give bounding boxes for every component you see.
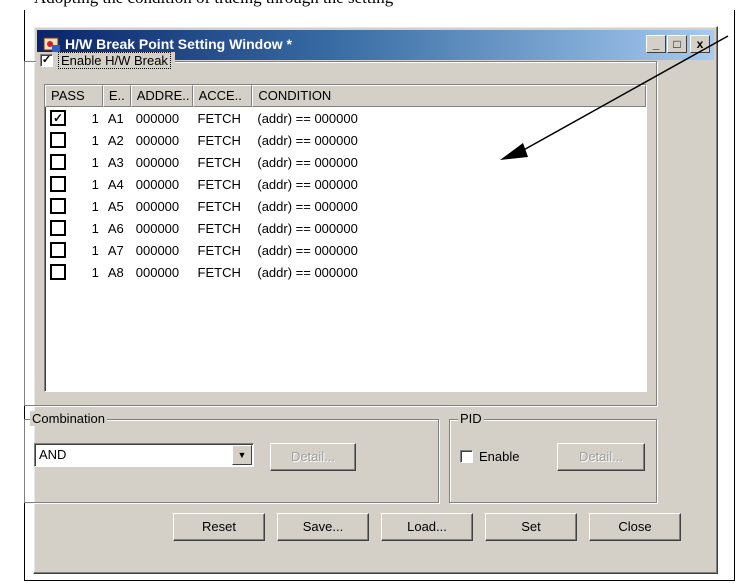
condition-text: (addr) == 000000	[257, 154, 358, 170]
pass-count: 1	[91, 242, 99, 258]
condition-text: (addr) == 000000	[257, 264, 358, 280]
pass-count: 1	[91, 176, 99, 192]
address-value: 000000	[135, 110, 180, 126]
pass-count: 1	[91, 154, 99, 170]
enable-hw-break-label: Enable H/W Break	[58, 52, 171, 69]
address-value: 000000	[135, 242, 180, 258]
condition-text: (addr) == 000000	[257, 176, 358, 192]
access-type: FETCH	[197, 242, 241, 258]
pid-enable-checkbox[interactable]: Enable	[460, 449, 519, 464]
reset-button[interactable]: Reset	[173, 513, 265, 541]
access-type: FETCH	[197, 176, 241, 192]
access-type: FETCH	[197, 154, 241, 170]
pid-enable-check[interactable]	[460, 450, 473, 463]
event-name: A7	[107, 242, 124, 258]
address-value: 000000	[135, 220, 180, 236]
address-value: 000000	[135, 132, 180, 148]
event-name: A1	[107, 110, 124, 126]
pid-detail-button[interactable]: Detail...	[557, 443, 645, 471]
row-checkbox[interactable]	[50, 242, 66, 258]
pass-count: 1	[91, 264, 99, 280]
column-header-pass[interactable]: PASS	[45, 85, 103, 107]
access-type: FETCH	[197, 110, 241, 126]
row-checkbox[interactable]	[50, 176, 66, 192]
close-window-button[interactable]: x	[690, 35, 710, 53]
minimize-button[interactable]: _	[646, 35, 666, 53]
combination-label: Combination	[30, 411, 107, 426]
pid-enable-label: Enable	[479, 449, 520, 464]
row-checkbox[interactable]: ✓	[50, 110, 66, 126]
column-header-event[interactable]: E..	[102, 85, 131, 107]
address-value: 000000	[135, 198, 180, 214]
access-type: FETCH	[197, 132, 241, 148]
row-checkbox[interactable]	[50, 132, 66, 148]
access-type: FETCH	[197, 220, 241, 236]
list-header: PASS E.. ADDRE.. ACCE.. CONDITION	[45, 85, 646, 107]
row-checkbox[interactable]	[50, 198, 66, 214]
table-row[interactable]: 1 A4 000000 FETCH (addr) == 000000	[45, 173, 646, 195]
save-button[interactable]: Save...	[277, 513, 369, 541]
condition-text: (addr) == 000000	[257, 242, 358, 258]
row-checkbox[interactable]	[50, 154, 66, 170]
event-name: A5	[107, 198, 124, 214]
pid-label: PID	[458, 411, 484, 426]
event-name: A2	[107, 132, 124, 148]
event-name: A6	[107, 220, 124, 236]
breakpoint-list[interactable]: PASS E.. ADDRE.. ACCE.. CONDITION ✓ 1 A1 …	[44, 84, 647, 392]
address-value: 000000	[135, 154, 180, 170]
table-row[interactable]: 1 A3 000000 FETCH (addr) == 000000	[45, 151, 646, 173]
table-row[interactable]: ✓ 1 A1 000000 FETCH (addr) == 000000	[45, 107, 646, 129]
column-header-address[interactable]: ADDRE..	[130, 85, 193, 107]
condition-text: (addr) == 000000	[257, 110, 358, 126]
combination-value: AND	[39, 447, 67, 462]
column-header-condition[interactable]: CONDITION	[252, 85, 646, 107]
pass-count: 1	[91, 220, 99, 236]
condition-text: (addr) == 000000	[257, 220, 358, 236]
event-name: A3	[107, 154, 124, 170]
load-button[interactable]: Load...	[381, 513, 473, 541]
condition-text: (addr) == 000000	[257, 132, 358, 148]
document-text: Adopting the condition of tracing throug…	[34, 0, 393, 8]
table-row[interactable]: 1 A2 000000 FETCH (addr) == 000000	[45, 129, 646, 151]
address-value: 000000	[135, 264, 180, 280]
access-type: FETCH	[197, 264, 241, 280]
row-checkbox[interactable]	[50, 264, 66, 280]
table-row[interactable]: 1 A8 000000 FETCH (addr) == 000000	[45, 261, 646, 283]
set-button[interactable]: Set	[485, 513, 577, 541]
chevron-down-icon[interactable]: ▼	[232, 445, 252, 465]
event-name: A4	[107, 176, 124, 192]
pass-count: 1	[91, 198, 99, 214]
row-checkbox[interactable]	[50, 220, 66, 236]
pass-count: 1	[91, 110, 99, 126]
enable-hw-break-check[interactable]: ✓	[40, 54, 53, 67]
event-name: A8	[107, 264, 124, 280]
combination-detail-button[interactable]: Detail...	[270, 443, 356, 471]
pass-count: 1	[91, 132, 99, 148]
condition-text: (addr) == 000000	[257, 198, 358, 214]
address-value: 000000	[135, 176, 180, 192]
access-type: FETCH	[197, 198, 241, 214]
enable-hw-break-checkbox[interactable]: ✓ Enable H/W Break	[36, 52, 175, 69]
maximize-button[interactable]: □	[667, 35, 687, 53]
table-row[interactable]: 1 A6 000000 FETCH (addr) == 000000	[45, 217, 646, 239]
close-button[interactable]: Close	[589, 513, 681, 541]
table-row[interactable]: 1 A5 000000 FETCH (addr) == 000000	[45, 195, 646, 217]
window-title: H/W Break Point Setting Window *	[65, 36, 292, 52]
column-header-access[interactable]: ACCE..	[192, 85, 253, 107]
table-row[interactable]: 1 A7 000000 FETCH (addr) == 000000	[45, 239, 646, 261]
combination-select[interactable]: AND ▼	[34, 443, 254, 467]
